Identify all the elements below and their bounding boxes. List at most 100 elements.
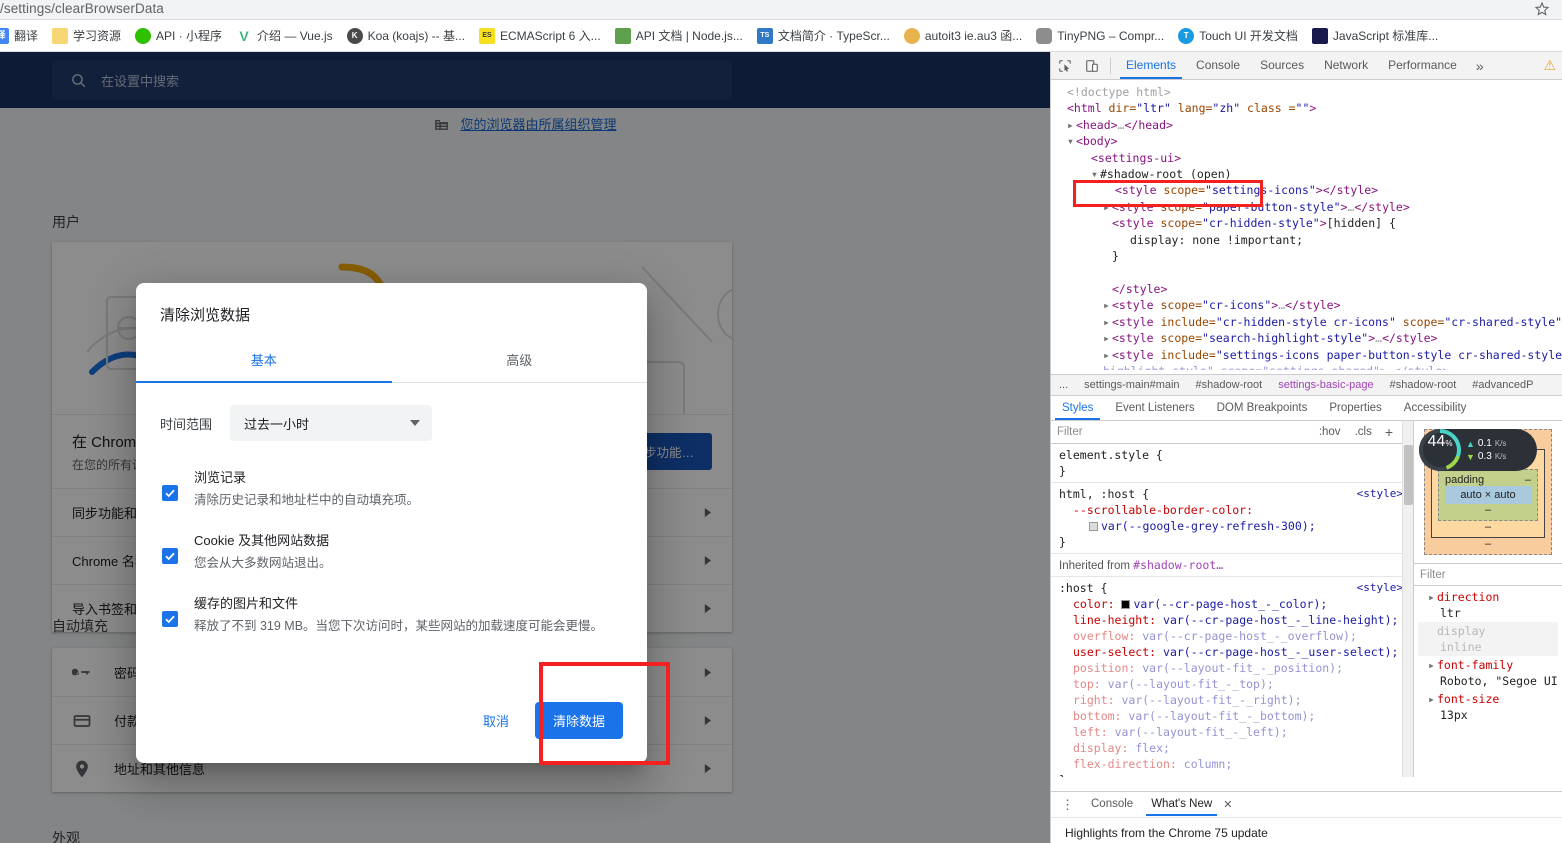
bookmark-item[interactable]: 译 翻译 xyxy=(0,24,45,48)
breadcrumb-item[interactable]: settings-main#main xyxy=(1076,377,1187,393)
tab-event-listeners[interactable]: Event Listeners xyxy=(1104,398,1205,419)
new-style-rule-button[interactable]: + xyxy=(1382,424,1396,440)
box-model-padding[interactable]: padding – auto × auto – xyxy=(1438,469,1538,521)
rule-source[interactable]: <style> xyxy=(1357,486,1403,502)
warning-icon[interactable]: ⚠ xyxy=(1543,57,1556,74)
dom-line[interactable]: ▸ <style scope="cr-icons">…</style> xyxy=(1055,297,1562,313)
checkbox-cookies[interactable] xyxy=(162,548,178,564)
checkbox-row-browsing-history[interactable]: 浏览记录 清除历史记录和地址栏中的自动填充项。 xyxy=(160,467,623,508)
inspect-element-icon[interactable] xyxy=(1051,52,1078,79)
bookmark-item[interactable]: 学习资源 xyxy=(45,24,128,48)
dom-line[interactable]: ▸ <style scope="search-highlight-style">…… xyxy=(1055,330,1562,346)
tab-sources[interactable]: Sources xyxy=(1250,53,1314,78)
checkbox-row-cached-images[interactable]: 缓存的图片和文件 释放了不到 319 MB。当您下次访问时，某些网站的加载速度可… xyxy=(160,593,623,634)
computed-property[interactable]: ▸ direction ltr xyxy=(1418,588,1558,622)
css-value[interactable]: var(--layout-fit_-_bottom); xyxy=(1128,709,1315,723)
css-property[interactable]: color: xyxy=(1073,597,1115,611)
bookmark-item[interactable]: ES ECMAScript 6 入... xyxy=(472,24,608,48)
drawer-tabs[interactable]: ⋮ Console What's New ✕ xyxy=(1051,792,1562,818)
search-input[interactable]: 在设置中搜索 xyxy=(52,60,732,100)
breadcrumb-item[interactable]: ... xyxy=(1051,377,1076,393)
breadcrumb-item-selected[interactable]: settings-basic-page xyxy=(1270,377,1381,393)
managed-banner[interactable]: 您的浏览器由所属组织管理 xyxy=(0,114,1050,133)
css-property[interactable]: right: xyxy=(1073,693,1115,707)
breadcrumb-item[interactable]: #shadow-root xyxy=(1382,377,1465,393)
bookmark-item[interactable]: API · 小程序 xyxy=(128,24,229,48)
clear-data-button[interactable]: 清除数据 xyxy=(534,702,623,739)
css-value[interactable]: var(--layout-fit_-_right); xyxy=(1121,693,1301,707)
devtools-sidebar-tabs[interactable]: Styles Event Listeners DOM Breakpoints P… xyxy=(1051,396,1562,421)
style-rule-html-host[interactable]: <style> html, :host { --scrollable-borde… xyxy=(1051,483,1413,554)
bookmark-item[interactable]: TinyPNG – Compr... xyxy=(1029,24,1171,48)
breadcrumb[interactable]: ... settings-main#main #shadow-root sett… xyxy=(1051,374,1562,396)
box-model-margin-bottom[interactable]: – xyxy=(1431,538,1545,550)
css-value[interactable]: var(--cr-page-host_-_color); xyxy=(1133,597,1327,611)
computed-property[interactable]: ▸ font-family Roboto, "Segoe UI xyxy=(1418,656,1558,690)
styles-scrollbar-thumb[interactable] xyxy=(1404,445,1413,505)
dom-line[interactable]: ▸ <style include="cr-hidden-style cr-icon… xyxy=(1055,314,1562,330)
style-rule-host[interactable]: <style> :host { color: var(--cr-page-hos… xyxy=(1051,577,1413,777)
box-model-content[interactable]: auto × auto xyxy=(1445,486,1531,504)
chevron-right-icon[interactable]: ▸ xyxy=(1428,657,1437,673)
styles-scrollbar-top[interactable] xyxy=(1402,421,1413,444)
bookmark-item[interactable]: API 文档 | Node.js... xyxy=(608,24,750,48)
css-property[interactable]: line-height: xyxy=(1073,613,1156,627)
box-model-padding-top[interactable]: – xyxy=(1525,474,1531,486)
css-value[interactable]: var(--layout-fit_-_position); xyxy=(1142,661,1343,675)
cls-toggle[interactable]: .cls xyxy=(1351,426,1376,438)
star-icon[interactable] xyxy=(1534,1,1550,17)
css-property[interactable]: top: xyxy=(1073,677,1101,691)
computed-filter-input[interactable]: Filter xyxy=(1420,569,1562,581)
dom-line-shadow-root[interactable]: ▾ #shadow-root (open) xyxy=(1055,166,1562,182)
css-value[interactable]: var(--google-grey-refresh-300); xyxy=(1101,519,1316,533)
dom-line[interactable]: ▸ <style scope="paper-button-style">…</st… xyxy=(1055,199,1562,215)
css-value[interactable]: column; xyxy=(1184,757,1232,771)
tab-styles[interactable]: Styles xyxy=(1051,398,1104,420)
tab-console[interactable]: Console xyxy=(1186,53,1250,78)
color-swatch[interactable] xyxy=(1089,522,1098,531)
css-property[interactable]: display: xyxy=(1073,741,1128,755)
inherited-source[interactable]: #shadow-root… xyxy=(1133,558,1223,572)
system-monitor-widget[interactable]: 44 % ▲ 0.1 K/s ▼ 0.3 K/s xyxy=(1419,429,1537,471)
styles-filter-input[interactable]: Filter xyxy=(1057,426,1309,438)
drawer-tab-console[interactable]: Console xyxy=(1082,794,1142,815)
css-property[interactable]: overflow: xyxy=(1073,629,1135,643)
breadcrumb-item[interactable]: #shadow-root xyxy=(1188,377,1271,393)
dom-line[interactable]: ▸ <style include="settings-icons paper-bu… xyxy=(1055,347,1562,363)
css-value[interactable]: var(--layout-fit_-_top); xyxy=(1108,677,1274,691)
checkbox-row-cookies[interactable]: Cookie 及其他网站数据 您会从大多数网站退出。 xyxy=(160,530,623,571)
bookmark-item[interactable]: JavaScript 标准库... xyxy=(1305,24,1445,48)
color-swatch[interactable] xyxy=(1121,600,1131,609)
styles-scrollbar[interactable] xyxy=(1402,444,1413,777)
close-icon[interactable]: ✕ xyxy=(1223,798,1232,811)
checkbox-browsing-history[interactable] xyxy=(162,485,178,501)
bookmark-item[interactable]: V 介绍 — Vue.js xyxy=(229,24,340,48)
css-value[interactable]: var(--cr-page-host_-_overflow); xyxy=(1142,629,1357,643)
hov-toggle[interactable]: :hov xyxy=(1315,426,1345,438)
dom-line[interactable]: ▾ <body> xyxy=(1055,133,1562,149)
bookmark-item[interactable]: T Touch UI 开发文档 xyxy=(1171,24,1305,48)
cancel-button[interactable]: 取消 xyxy=(467,702,525,739)
chevron-double-right-icon[interactable]: » xyxy=(1467,56,1493,76)
tab-elements[interactable]: Elements xyxy=(1116,53,1186,79)
browser-omnibox[interactable]: /settings/clearBrowserData xyxy=(0,0,1562,20)
css-property[interactable]: bottom: xyxy=(1073,709,1121,723)
css-property[interactable]: flex-direction: xyxy=(1073,757,1177,771)
dom-line[interactable]: ▸ <head>…</head> xyxy=(1055,117,1562,133)
tab-advanced[interactable]: 高级 xyxy=(392,339,648,382)
breadcrumb-item[interactable]: #advancedP xyxy=(1464,377,1541,393)
bookmark-item[interactable]: autoit3 ie.au3 函... xyxy=(897,24,1029,48)
css-value[interactable]: flex; xyxy=(1135,741,1170,755)
bookmark-item[interactable]: TS 文档简介 · TypeScr... xyxy=(750,24,897,48)
box-model-padding-bottom[interactable]: – xyxy=(1445,504,1531,516)
css-property[interactable]: --scrollable-border-color: xyxy=(1073,503,1253,517)
css-property[interactable]: user-select: xyxy=(1073,645,1156,659)
style-rule-element-style[interactable]: element.style { } xyxy=(1051,444,1413,483)
css-property[interactable]: position: xyxy=(1073,661,1135,675)
managed-banner-text[interactable]: 您的浏览器由所属组织管理 xyxy=(460,114,616,133)
css-property[interactable]: left: xyxy=(1073,725,1108,739)
box-model-border-bottom[interactable]: – xyxy=(1438,521,1538,533)
bookmark-item[interactable]: K Koa (koajs) -- 基... xyxy=(340,24,472,48)
tab-network[interactable]: Network xyxy=(1314,53,1378,78)
tab-accessibility[interactable]: Accessibility xyxy=(1393,398,1478,419)
